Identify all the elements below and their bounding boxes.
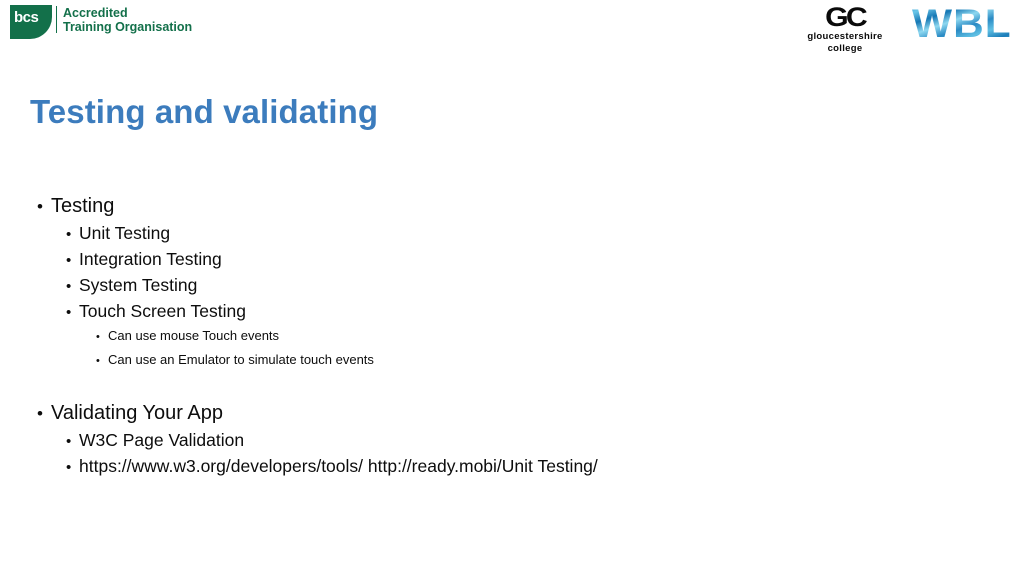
bullet-label: Unit Testing — [79, 223, 171, 243]
bullet-label: https://www.w3.org/developers/tools/ htt… — [79, 456, 598, 476]
bullet-label: Integration Testing — [79, 249, 222, 269]
bullet-item-testing: • Testing — [30, 192, 990, 221]
bcs-logo-line-1: Accredited — [63, 6, 128, 20]
bcs-accredited-training-organisation-logo: bcs Accredited Training Organisation — [10, 5, 192, 39]
bullet-label: System Testing — [79, 275, 198, 295]
bullet-item-integration-testing: • Integration Testing — [30, 247, 990, 273]
bcs-logo-wordmark: Accredited Training Organisation — [63, 5, 192, 34]
bullet-item-system-testing: • System Testing — [30, 273, 990, 299]
bullet-label: Testing — [51, 195, 115, 217]
bullet-label: Validating Your App — [51, 402, 224, 424]
bcs-logo-line-2: Training Organisation — [63, 20, 193, 34]
bullet-glyph-icon: • — [96, 331, 100, 343]
bullet-glyph-icon: • — [66, 226, 72, 243]
slide-body: • Testing • Unit Testing • Integration T… — [30, 192, 990, 480]
bullet-label: Touch Screen Testing — [79, 301, 247, 321]
bullet-glyph-icon: • — [66, 304, 72, 321]
page-title: Testing and validating — [30, 93, 379, 130]
gc-logo-wordmark: gloucestershire college — [807, 31, 883, 54]
bcs-shield-icon: bcs — [10, 5, 52, 39]
bcs-logo-mark-text: bcs — [14, 9, 39, 26]
bullet-glyph-icon: • — [66, 433, 72, 450]
bullet-glyph-icon: • — [37, 197, 43, 216]
bullet-item-validation-urls: • https://www.w3.org/developers/tools/ h… — [30, 454, 990, 480]
bullet-label: W3C Page Validation — [79, 430, 245, 450]
bullet-glyph-icon: • — [66, 278, 72, 295]
bullet-glyph-icon: • — [96, 354, 100, 367]
bullet-item-emulator-touch-events: • Can use an Emulator to simulate touch … — [30, 349, 990, 373]
bullet-label: Can use an Emulator to simulate touch ev… — [108, 351, 374, 367]
slide-header: bcs Accredited Training Organisation GC … — [0, 0, 1024, 60]
bullet-item-touch-screen-testing: • Touch Screen Testing — [30, 299, 990, 325]
bullet-glyph-icon: • — [66, 252, 72, 269]
gc-monogram-icon: GC — [825, 2, 868, 32]
bullet-item-unit-testing: • Unit Testing — [30, 221, 990, 247]
bullet-item-w3c-page-validation: • W3C Page Validation — [30, 428, 990, 454]
wbl-logo: WBL — [912, 2, 1012, 46]
bullet-label: Can use mouse Touch events — [108, 328, 280, 343]
gloucestershire-college-logo: GC gloucestershire college — [789, 4, 901, 55]
bullet-item-validating-your-app: • Validating Your App — [30, 399, 990, 428]
bullet-item-mouse-touch-events: • Can use mouse Touch events — [30, 325, 990, 349]
bullet-glyph-icon: • — [37, 404, 43, 423]
bcs-logo-divider — [56, 6, 57, 33]
bullet-glyph-icon: • — [66, 459, 72, 476]
